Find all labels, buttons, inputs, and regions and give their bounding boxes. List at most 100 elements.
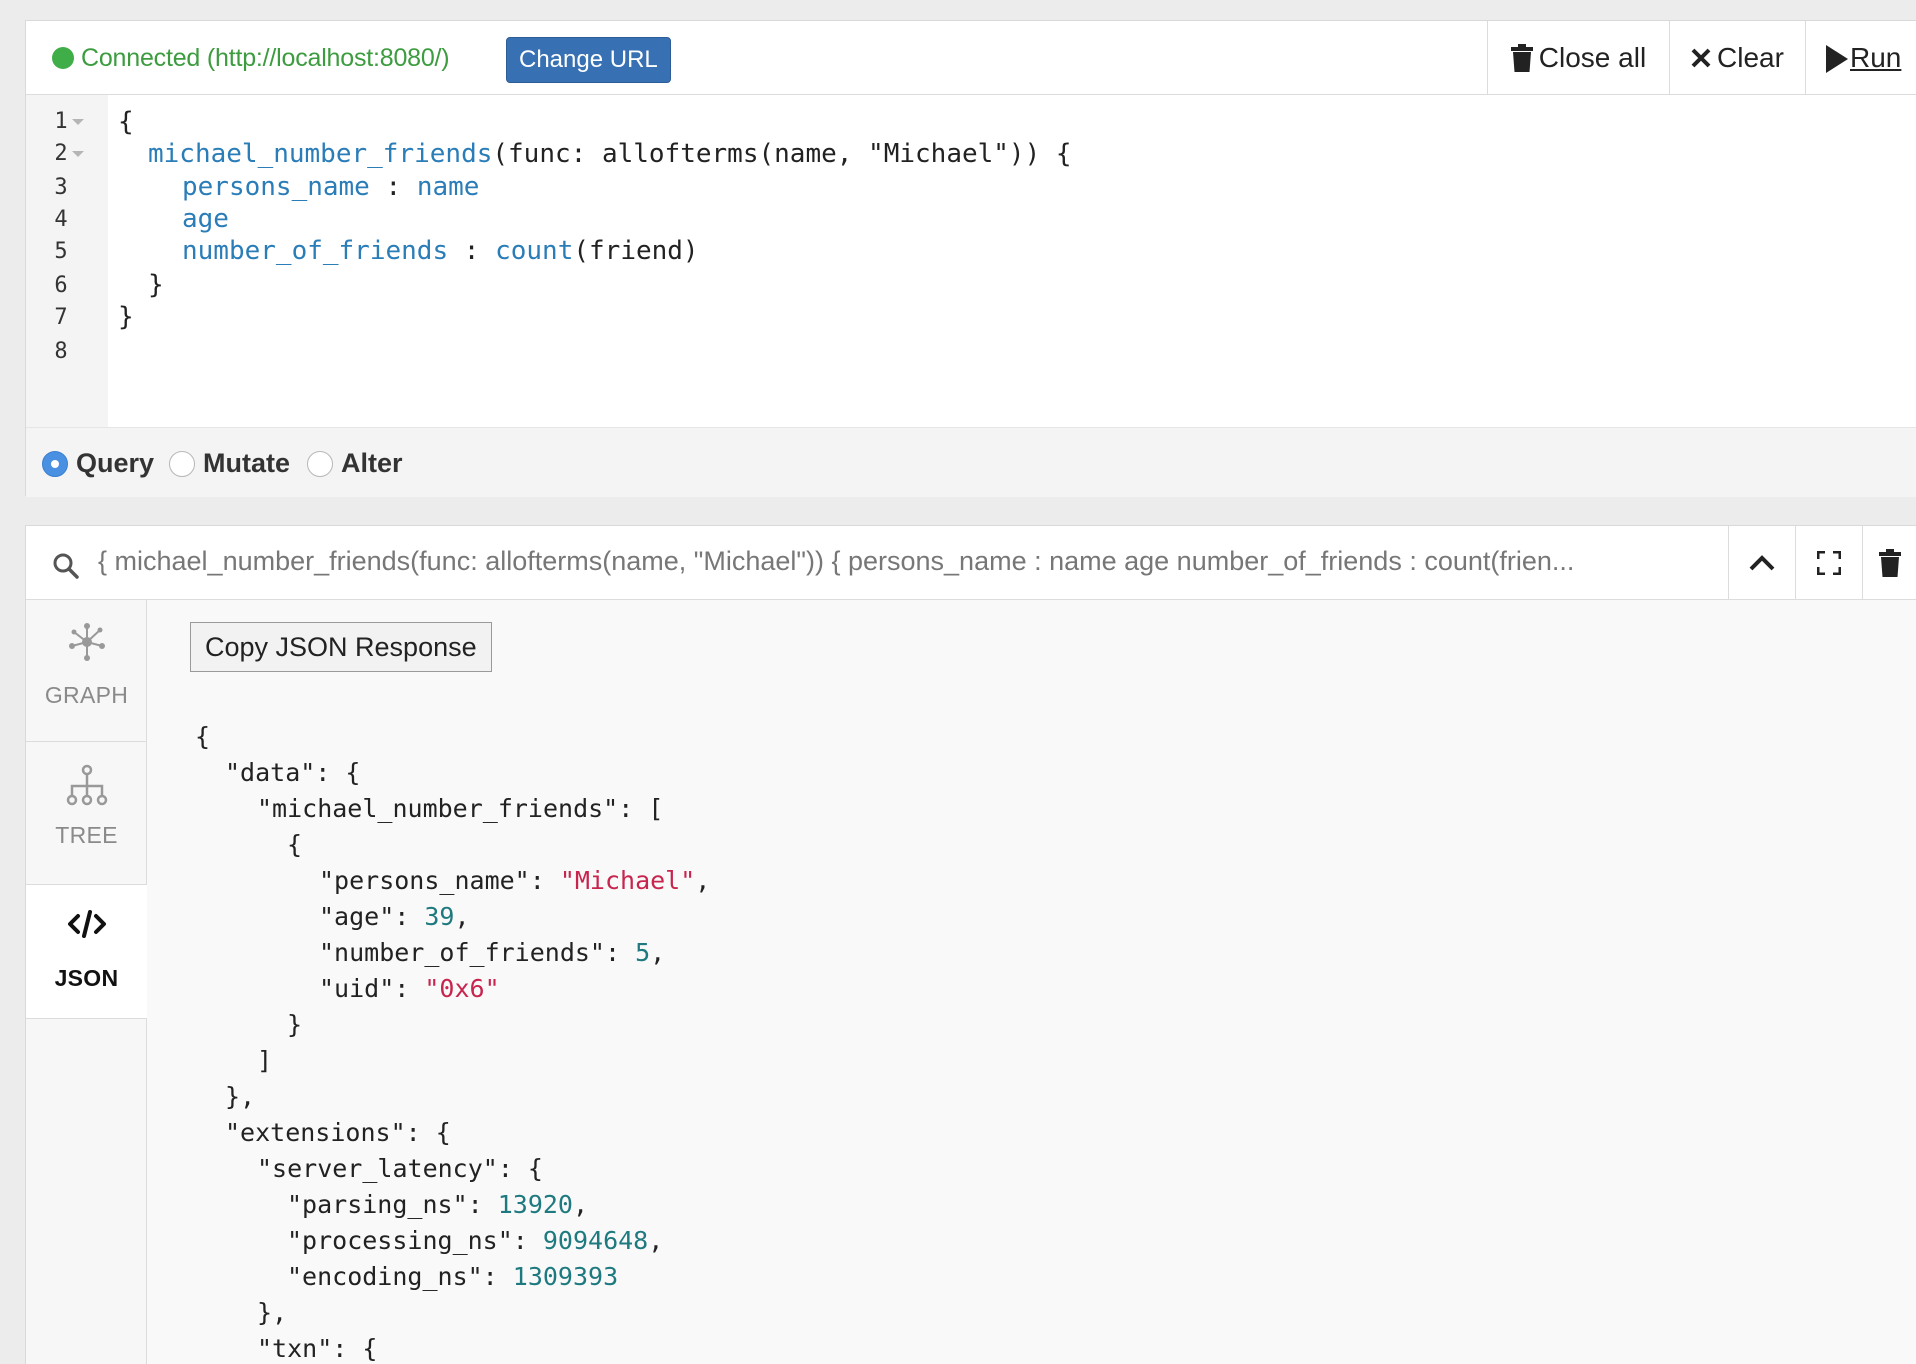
trash-icon	[1510, 44, 1533, 72]
json-line: }	[287, 1010, 302, 1039]
line-number: 8	[54, 339, 68, 364]
search-icon	[53, 553, 79, 579]
tab-json[interactable]: JSON	[26, 885, 147, 1019]
line-number: 5	[54, 239, 68, 264]
json-value: 39	[424, 902, 455, 931]
json-token: "data": {	[225, 758, 361, 787]
code-token: :	[448, 236, 496, 266]
json-response-view: Copy JSON Response { "data": { "michael_…	[147, 600, 1916, 1364]
json-token: },	[225, 1082, 256, 1111]
result-view-tabs: GRAPH TREE JSON	[26, 600, 147, 1364]
code-line: }	[118, 302, 134, 332]
code-line: }	[148, 270, 164, 300]
json-value: "0x6"	[424, 974, 500, 1003]
json-key: "encoding_ns":	[287, 1262, 513, 1291]
close-all-label: Close all	[1538, 42, 1647, 73]
connection-status-dot	[52, 47, 74, 69]
result-panel: { michael_number_friends(func: allofterm…	[25, 525, 1916, 1364]
query-editor-panel: Connected (http://localhost:8080/) Chang…	[25, 20, 1916, 497]
json-value: 13920	[497, 1190, 573, 1219]
json-token: ,	[572, 1190, 589, 1219]
tab-tree[interactable]: TREE	[26, 742, 147, 885]
code-token: michael_number_friends	[148, 139, 493, 169]
json-key: "processing_ns":	[287, 1226, 543, 1255]
code-token: {	[118, 107, 134, 137]
tree-icon	[66, 764, 107, 806]
mode-label: Query	[76, 448, 155, 478]
json-value: 1309393	[512, 1262, 619, 1291]
copy-json-button[interactable]: Copy JSON Response	[190, 622, 492, 672]
json-token: "michael_number_friends": [	[257, 794, 664, 823]
fullscreen-icon	[1817, 551, 1841, 575]
json-value: 9094648	[542, 1226, 649, 1255]
alter-radio[interactable]	[307, 450, 333, 477]
clear-button[interactable]: Clear	[1669, 21, 1805, 95]
line-number-gutter: 1 2 3 4 5 6 7 8	[26, 95, 108, 427]
code-token: (func: allofterms(name, "Michael")) {	[492, 139, 1072, 169]
json-token: "txn": {	[257, 1334, 378, 1363]
code-token: count	[495, 236, 574, 266]
line-number: 7	[54, 305, 68, 330]
fold-icon[interactable]	[72, 119, 84, 125]
line-number: 4	[54, 207, 68, 232]
json-line: "parsing_ns": 13920,	[287, 1190, 588, 1219]
delete-result-button[interactable]	[1862, 526, 1916, 600]
fullscreen-button[interactable]	[1795, 526, 1862, 600]
trash-icon	[1879, 549, 1901, 577]
json-key: "persons_name":	[319, 866, 560, 895]
json-line: "extensions": {	[225, 1118, 451, 1147]
code-icon	[67, 910, 106, 938]
json-line: "persons_name": "Michael",	[319, 866, 710, 895]
json-token: "server_latency": {	[257, 1154, 543, 1183]
query-radio[interactable]	[42, 450, 68, 477]
code-editor[interactable]: 1 2 3 4 5 6 7 8 { michael_number_friends…	[26, 95, 1916, 427]
connection-status-text: Connected (http://localhost:8080/)	[81, 43, 450, 72]
json-line: },	[257, 1298, 287, 1327]
tab-graph[interactable]: GRAPH	[26, 600, 147, 742]
request-mode-bar: Query Mutate Alter	[26, 427, 1916, 497]
code-token: number_of_friends	[182, 236, 449, 266]
line-number: 1	[54, 109, 68, 134]
tab-label: GRAPH	[44, 682, 129, 708]
mode-label: Mutate	[203, 448, 290, 478]
change-url-button[interactable]: Change URL	[506, 37, 671, 83]
line-number: 2	[54, 141, 68, 166]
run-label: Run	[1850, 42, 1902, 73]
code-token: (friend)	[573, 236, 699, 266]
mode-query-option[interactable]: Query	[42, 448, 154, 479]
json-line: "txn": {	[257, 1334, 377, 1363]
result-header: { michael_number_friends(func: allofterm…	[26, 526, 1916, 600]
json-line: {	[287, 830, 302, 859]
json-value: "Michael"	[559, 866, 696, 895]
close-all-button[interactable]: Close all	[1487, 21, 1669, 95]
code-token: name	[416, 172, 480, 202]
query-summary[interactable]: { michael_number_friends(func: allofterm…	[98, 546, 1668, 580]
json-line: "processing_ns": 9094648,	[287, 1226, 663, 1255]
line-number: 6	[54, 273, 68, 298]
json-value: 5	[635, 938, 651, 967]
json-line: },	[225, 1082, 255, 1111]
json-token: {	[287, 830, 303, 859]
json-line: "uid": "0x6"	[319, 974, 500, 1003]
json-key: "parsing_ns":	[287, 1190, 498, 1219]
code-token: persons_name	[182, 172, 370, 202]
run-button[interactable]: Run	[1805, 21, 1916, 95]
code-token: }	[148, 270, 164, 300]
code-line: age	[182, 204, 229, 234]
json-token: }	[287, 1010, 303, 1039]
json-key: "number_of_friends":	[319, 938, 636, 967]
fold-icon[interactable]	[72, 151, 84, 157]
mode-alter-option[interactable]: Alter	[307, 448, 403, 479]
json-token: ,	[650, 938, 666, 967]
connection-status: Connected (http://localhost:8080/)	[52, 43, 450, 73]
json-token: {	[195, 722, 211, 751]
mode-mutate-option[interactable]: Mutate	[169, 448, 290, 479]
json-line: "michael_number_friends": [	[257, 794, 663, 823]
json-line: "encoding_ns": 1309393	[287, 1262, 618, 1291]
mutate-radio[interactable]	[169, 450, 195, 477]
json-line: {	[195, 722, 210, 751]
json-line: "server_latency": {	[257, 1154, 543, 1183]
json-line: "age": 39,	[319, 902, 470, 931]
graph-icon	[68, 623, 105, 661]
collapse-button[interactable]	[1728, 526, 1795, 600]
